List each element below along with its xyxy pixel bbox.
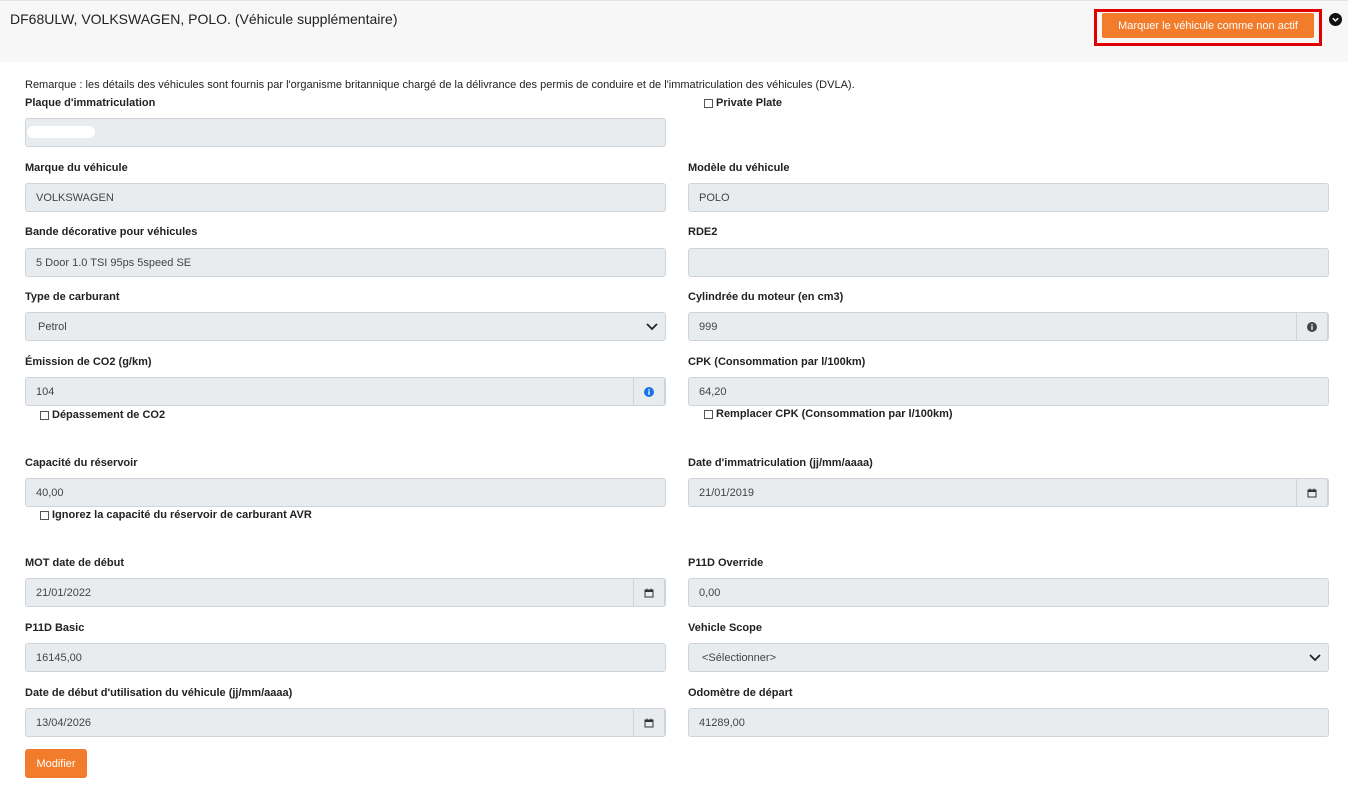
p11d-basic-label: P11D Basic [25,622,85,634]
co2-input[interactable]: 104 [25,377,666,406]
engine-input[interactable]: 999 [688,312,1329,341]
info-icon[interactable] [1296,312,1328,341]
tank-input[interactable]: 40,00 [25,478,666,507]
rde2-label: RDE2 [688,226,718,238]
private-plate-checkbox[interactable]: Private Plate [704,97,782,109]
calendar-icon[interactable] [1296,478,1328,507]
calendar-icon[interactable] [633,578,665,607]
cpk-input[interactable]: 64,20 [688,377,1329,406]
modify-button[interactable]: Modifier [25,749,87,778]
scope-label: Vehicle Scope [688,622,762,634]
tank-ignore-label: Ignorez la capacité du réservoir de carb… [52,509,312,521]
calendar-icon[interactable] [633,708,665,737]
scope-select[interactable]: <Sélectionner> [688,643,1329,672]
cpk-override-label: Remplacer CPK (Consommation par l/100km) [716,408,953,420]
model-input[interactable]: POLO [688,183,1329,212]
co2-exceed-checkbox[interactable]: Dépassement de CO2 [40,409,165,421]
make-label: Marque du véhicule [25,162,128,174]
odometer-label: Odomètre de départ [688,687,793,699]
trim-label: Bande décorative pour véhicules [25,226,198,238]
trim-input[interactable]: 5 Door 1.0 TSI 95ps 5speed SE [25,248,666,277]
dvla-remark: Remarque : les détails des véhicules son… [25,79,855,91]
reg-date-input[interactable]: 21/01/2019 [688,478,1329,507]
checkbox-box[interactable] [704,98,713,108]
chevron-down-icon [646,323,658,331]
private-plate-label: Private Plate [716,97,783,109]
p11d-basic-input[interactable]: 16145,00 [25,643,666,672]
checkbox-box[interactable] [40,410,49,420]
co2-label: Émission de CO2 (g/km) [25,356,152,368]
info-icon[interactable] [633,377,665,406]
fuel-label: Type de carburant [25,291,120,303]
plate-input[interactable] [25,118,666,147]
p11d-override-input[interactable]: 0,00 [688,578,1329,607]
cpk-override-checkbox[interactable]: Remplacer CPK (Consommation par l/100km) [704,408,953,420]
co2-exceed-label: Dépassement de CO2 [52,409,166,421]
mot-date-input[interactable]: 21/01/2022 [25,578,666,607]
make-input[interactable]: VOLKSWAGEN [25,183,666,212]
checkbox-box[interactable] [40,510,49,520]
model-label: Modèle du véhicule [688,162,790,174]
tank-label: Capacité du réservoir [25,457,138,469]
cpk-label: CPK (Consommation par l/100km) [688,356,866,368]
vehicle-title: DF68ULW, VOLKSWAGEN, POLO. (Véhicule sup… [10,11,398,27]
chevron-down-icon [1309,654,1321,662]
vehicle-header: DF68ULW, VOLKSWAGEN, POLO. (Véhicule sup… [0,0,1348,62]
engine-label: Cylindrée du moteur (en cm3) [688,291,844,303]
plate-label: Plaque d'immatriculation [25,97,156,109]
rde2-input[interactable] [688,248,1329,277]
chevron-down-circle-icon[interactable] [1329,13,1342,26]
use-date-label: Date de début d'utilisation du véhicule … [25,687,293,699]
mark-inactive-button[interactable]: Marquer le véhicule comme non actif [1102,13,1314,38]
odometer-input[interactable]: 41289,00 [688,708,1329,737]
fuel-select[interactable]: Petrol [25,312,666,341]
tank-ignore-checkbox[interactable]: Ignorez la capacité du réservoir de carb… [40,509,312,521]
redacted-plate [27,126,95,138]
use-date-input[interactable]: 13/04/2026 [25,708,666,737]
mot-date-label: MOT date de début [25,557,124,569]
p11d-override-label: P11D Override [688,557,764,569]
checkbox-box[interactable] [704,409,713,419]
reg-date-label: Date d'immatriculation (jj/mm/aaaa) [688,457,873,469]
